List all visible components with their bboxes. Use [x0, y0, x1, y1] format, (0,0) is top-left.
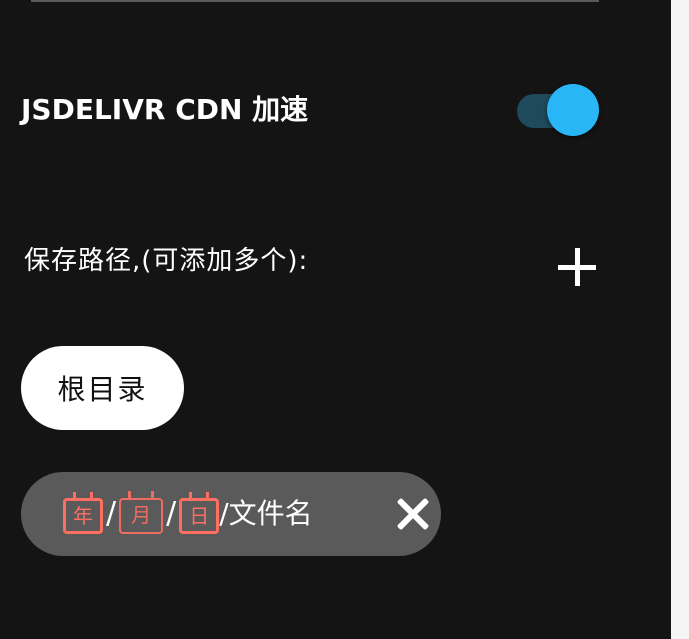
- save-path-label: 保存路径,(可添加多个):: [24, 246, 309, 276]
- filename-segment: /文件名: [219, 497, 313, 530]
- path-chip-root[interactable]: 根目录: [21, 346, 184, 430]
- path-separator: /: [106, 496, 117, 531]
- top-divider: [31, 0, 599, 2]
- path-chip-date[interactable]: 年 / 月 / 日 /文件名: [21, 472, 441, 556]
- path-separator: /: [166, 496, 177, 531]
- settings-panel: JSDELIVR CDN 加速 保存路径,(可添加多个): 根目录 年 / 月 …: [0, 0, 671, 639]
- year-tag: 年: [63, 492, 103, 534]
- path-chip-content: 年 / 月 / 日 /文件名: [63, 472, 373, 556]
- add-path-button[interactable]: [556, 246, 600, 290]
- toggle-thumb: [547, 84, 599, 136]
- cdn-label: JSDELIVR CDN 加速: [21, 93, 309, 126]
- remove-path-button[interactable]: [395, 496, 431, 532]
- day-tag: 日: [179, 492, 220, 534]
- cdn-toggle[interactable]: [517, 84, 603, 138]
- month-tag: 月: [119, 491, 164, 534]
